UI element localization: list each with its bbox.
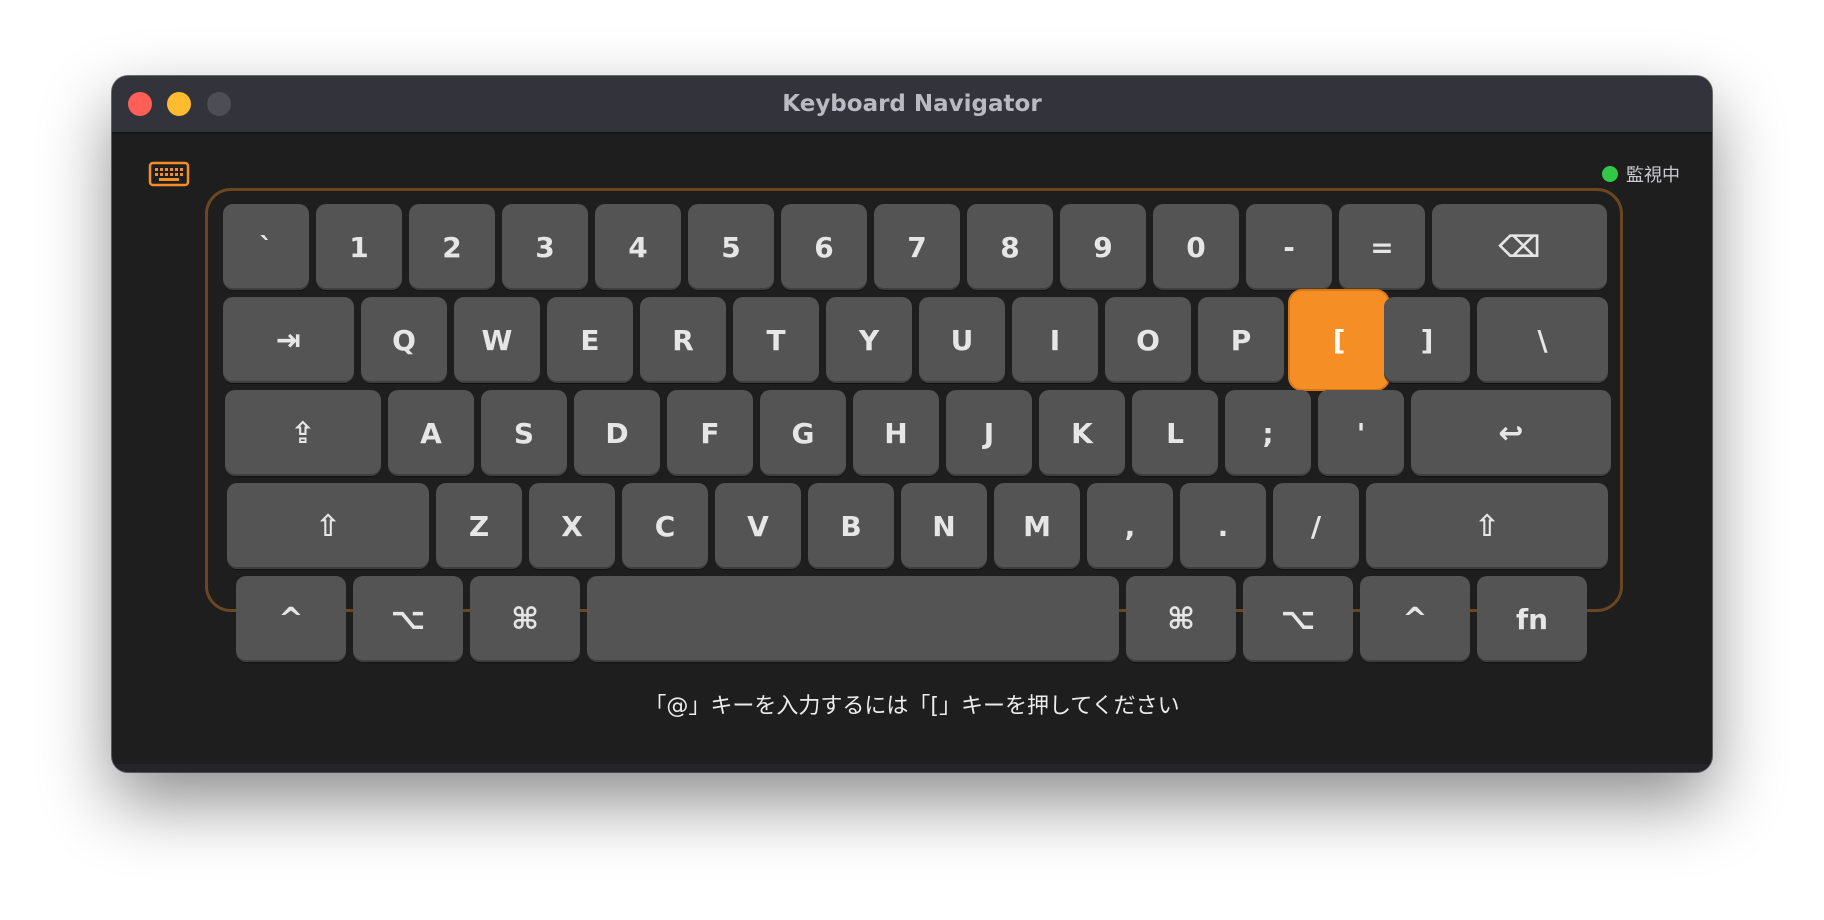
key-delete[interactable]: ⌫ — [1432, 204, 1607, 290]
key-w[interactable]: W — [454, 297, 540, 383]
key-v[interactable]: V — [715, 483, 801, 569]
key-5[interactable]: 5 — [688, 204, 774, 290]
key-7[interactable]: 7 — [874, 204, 960, 290]
key-space[interactable] — [587, 576, 1119, 662]
key-return[interactable]: ↩ — [1411, 390, 1611, 476]
key-n[interactable]: N — [901, 483, 987, 569]
window-bottom-edge — [112, 764, 1712, 772]
monitoring-status: 監視中 — [1602, 160, 1680, 188]
key-k[interactable]: K — [1039, 390, 1125, 476]
key-o[interactable]: O — [1105, 297, 1191, 383]
key-l[interactable]: L — [1132, 390, 1218, 476]
key-backtick[interactable]: ` — [223, 204, 309, 290]
key-left-shift[interactable]: ⇧ — [227, 483, 429, 569]
key-t[interactable]: T — [733, 297, 819, 383]
key-slash[interactable]: / — [1273, 483, 1359, 569]
key-left-control[interactable]: ^ — [236, 576, 346, 662]
key-right-bracket[interactable]: ] — [1384, 297, 1470, 383]
status-label: 監視中 — [1626, 165, 1680, 186]
key-semicolon[interactable]: ; — [1225, 390, 1311, 476]
key-c[interactable]: C — [622, 483, 708, 569]
key-fn[interactable]: fn — [1477, 576, 1587, 662]
key-s[interactable]: S — [481, 390, 567, 476]
key-right-control[interactable]: ^ — [1360, 576, 1470, 662]
key-1[interactable]: 1 — [316, 204, 402, 290]
key-f[interactable]: F — [667, 390, 753, 476]
key-y[interactable]: Y — [826, 297, 912, 383]
window-title: Keyboard Navigator — [782, 91, 1042, 117]
key-2[interactable]: 2 — [409, 204, 495, 290]
key-q[interactable]: Q — [361, 297, 447, 383]
keyboard-navigator-window: Keyboard Navigator 監視中 ` 1 2 3 4 5 6 7 8 9 0- = ⌫ ⇥ Q W… — [112, 76, 1712, 772]
key-p[interactable]: P — [1198, 297, 1284, 383]
key-caps-lock[interactable]: ⇪ — [225, 390, 381, 476]
key-z[interactable]: Z — [436, 483, 522, 569]
key-0[interactable]: 0 — [1153, 204, 1239, 290]
key-e[interactable]: E — [547, 297, 633, 383]
key-b[interactable]: B — [808, 483, 894, 569]
key-equals[interactable]: = — [1339, 204, 1425, 290]
key-j[interactable]: J — [946, 390, 1032, 476]
hint-text: 「@」キーを入力するには「[」キーを押してください — [644, 694, 1180, 719]
key-3[interactable]: 3 — [502, 204, 588, 290]
key-u[interactable]: U — [919, 297, 1005, 383]
key-d[interactable]: D — [574, 390, 660, 476]
key-9[interactable]: 9 — [1060, 204, 1146, 290]
key-right-shift[interactable]: ⇧ — [1366, 483, 1608, 569]
key-6[interactable]: 6 — [781, 204, 867, 290]
key-left-command[interactable]: ⌘ — [470, 576, 580, 662]
key-4[interactable]: 4 — [595, 204, 681, 290]
key-r[interactable]: R — [640, 297, 726, 383]
status-dot — [1602, 166, 1618, 182]
key-i[interactable]: I — [1012, 297, 1098, 383]
keyboard-layout: ` 1 2 3 4 5 6 7 8 9 0- = ⌫ ⇥ Q W E R T Y U I O P[] \ ⇪ A S D F G H J K L; '… — [205, 188, 1623, 662]
key-x[interactable]: X — [529, 483, 615, 569]
key-minus[interactable]: - — [1246, 204, 1332, 290]
key-h[interactable]: H — [853, 390, 939, 476]
key-8[interactable]: 8 — [967, 204, 1053, 290]
key-right-option[interactable]: ⌥ — [1243, 576, 1353, 662]
key-comma[interactable]: , — [1087, 483, 1173, 569]
key-backslash[interactable]: \ — [1477, 297, 1608, 383]
title-bar[interactable]: Keyboard Navigator — [112, 76, 1712, 134]
key-m[interactable]: M — [994, 483, 1080, 569]
keyboard-icon — [148, 161, 190, 187]
key-period[interactable]: . — [1180, 483, 1266, 569]
key-tab[interactable]: ⇥ — [223, 297, 354, 383]
key-a[interactable]: A — [388, 390, 474, 476]
key-quote[interactable]: ' — [1318, 390, 1404, 476]
key-left-option[interactable]: ⌥ — [353, 576, 463, 662]
key-left-bracket-highlighted[interactable]: [ — [1290, 291, 1388, 389]
key-g[interactable]: G — [760, 390, 846, 476]
key-right-command[interactable]: ⌘ — [1126, 576, 1236, 662]
